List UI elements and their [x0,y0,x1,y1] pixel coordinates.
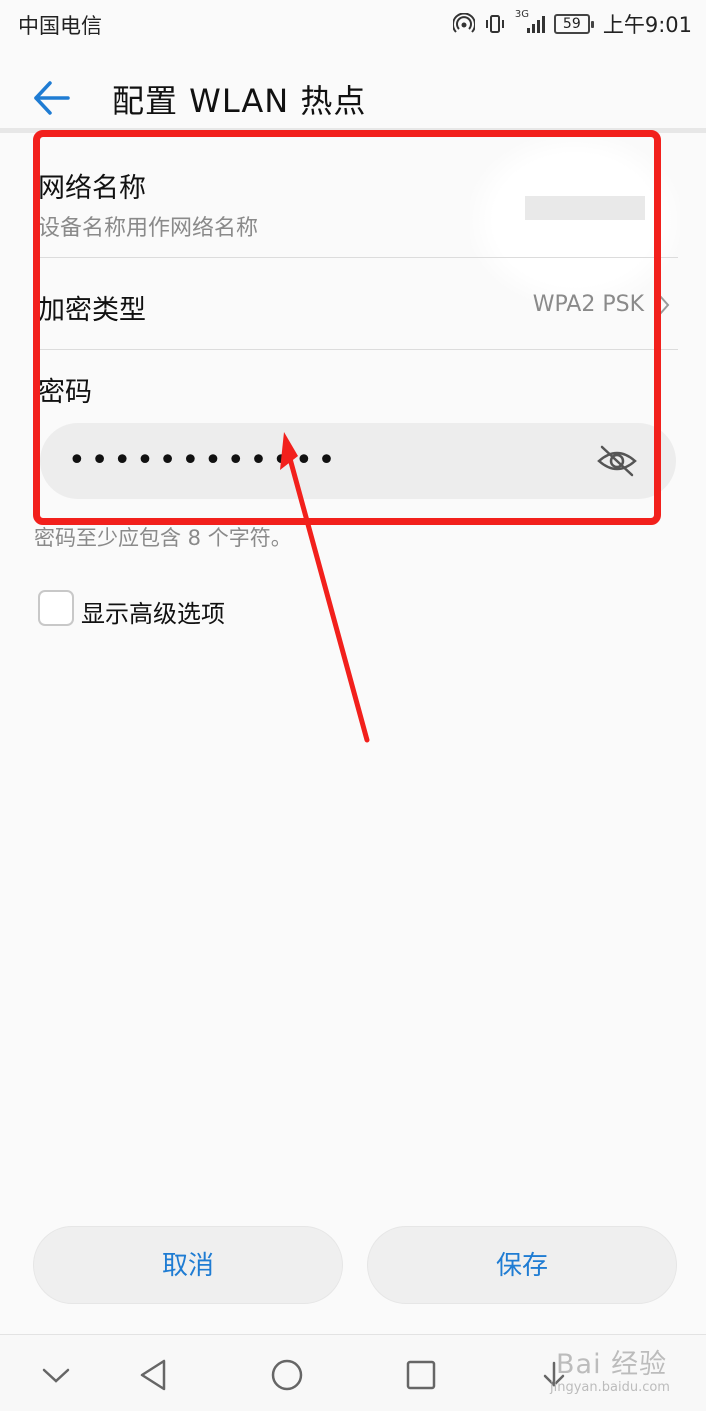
chevron-down-icon[interactable] [36,1355,76,1395]
back-triangle-icon[interactable] [134,1355,174,1395]
watermark-url: jingyan.baidu.com [550,1380,670,1395]
recents-square-icon[interactable] [401,1355,441,1395]
home-circle-icon[interactable] [267,1355,307,1395]
save-button[interactable]: 保存 [367,1226,677,1304]
watermark-logo: Bai 经验 [556,1349,668,1380]
watermark: Bai 经验 jingyan.baidu.com [536,1338,696,1408]
annotation-arrow [280,432,370,743]
cancel-button[interactable]: 取消 [33,1226,343,1304]
